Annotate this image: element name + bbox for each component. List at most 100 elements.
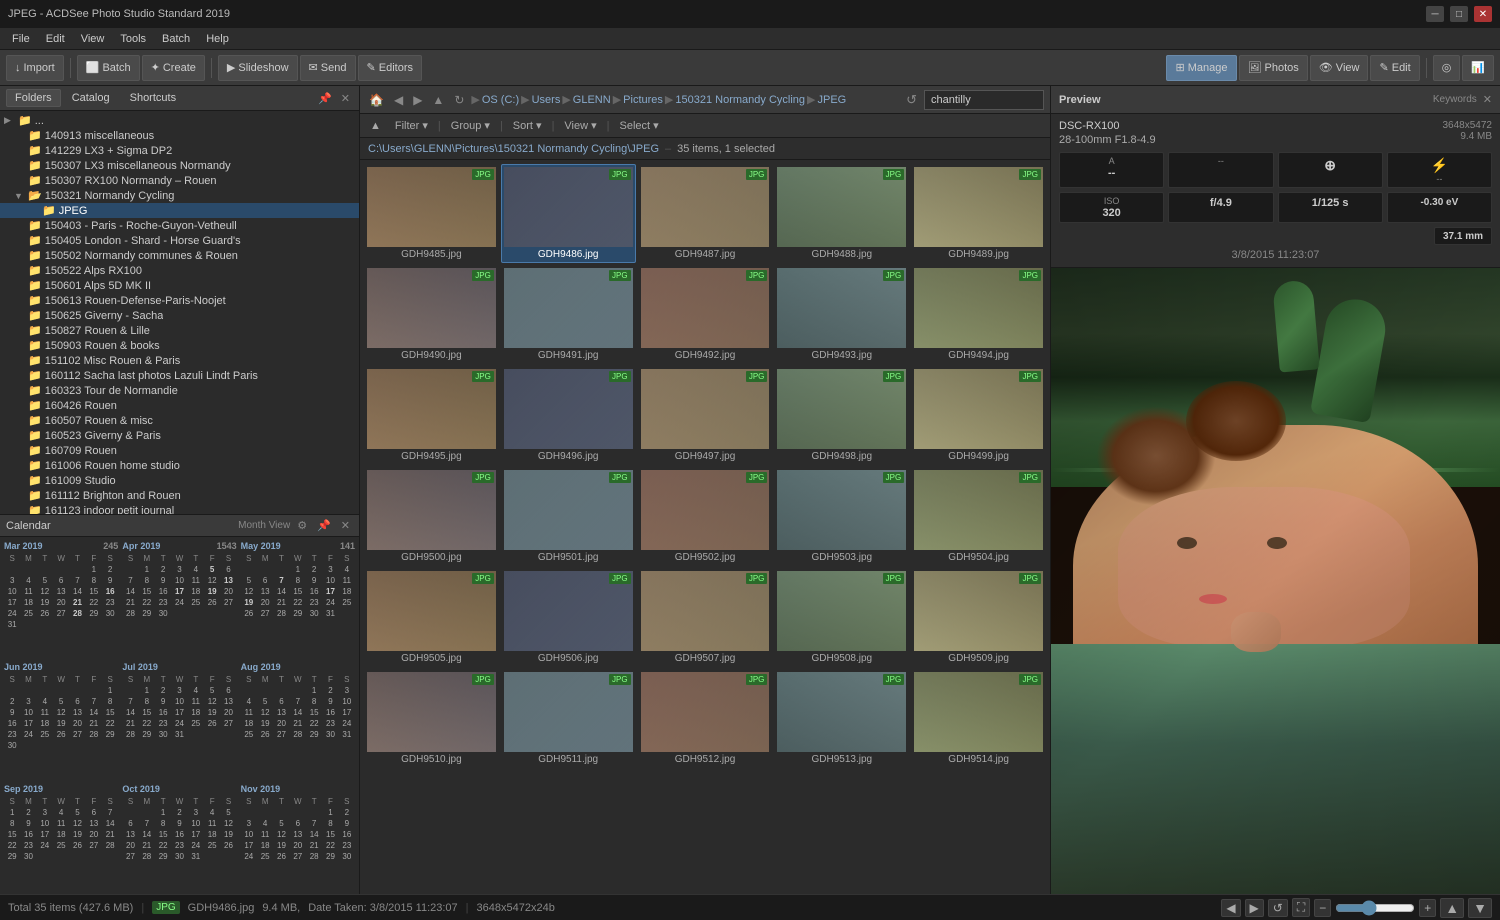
path-jpeg[interactable]: JPEG <box>818 94 847 106</box>
calendar-day[interactable]: 7 <box>86 696 102 707</box>
calendar-day[interactable]: 18 <box>53 829 69 840</box>
calendar-day[interactable]: 22 <box>139 597 155 608</box>
calendar-day[interactable]: 1 <box>306 685 322 696</box>
calendar-day[interactable]: 10 <box>241 829 257 840</box>
calendar-day[interactable]: 27 <box>290 851 306 862</box>
calendar-day[interactable]: 11 <box>204 818 220 829</box>
calendar-day[interactable]: 15 <box>139 586 155 597</box>
calendar-day[interactable]: 8 <box>4 818 20 829</box>
calendar-day[interactable]: 31 <box>4 619 20 630</box>
menu-item-edit[interactable]: Edit <box>38 31 73 47</box>
calendar-day[interactable]: 27 <box>220 597 236 608</box>
calendar-day[interactable]: 29 <box>86 608 102 619</box>
calendar-day[interactable]: 12 <box>53 707 69 718</box>
thumbnail-item[interactable]: JPGGDH9497.jpg <box>638 366 773 465</box>
minimize-button[interactable]: ─ <box>1426 6 1444 22</box>
maximize-button[interactable]: □ <box>1450 6 1468 22</box>
calendar-day[interactable]: 15 <box>86 586 102 597</box>
calendar-day[interactable]: 26 <box>69 840 85 851</box>
calendar-day[interactable]: 28 <box>290 729 306 740</box>
calendar-day[interactable]: 15 <box>102 707 118 718</box>
thumbnail-item[interactable]: JPGGDH9485.jpg <box>364 164 499 263</box>
calendar-day[interactable]: 22 <box>102 718 118 729</box>
tree-item-151102[interactable]: 📁 151102 Misc Rouen & Paris <box>0 353 359 368</box>
calendar-day[interactable]: 23 <box>171 840 187 851</box>
calendar-day[interactable]: 21 <box>306 840 322 851</box>
calendar-day[interactable]: 21 <box>122 597 138 608</box>
tree-item-161006[interactable]: 📁 161006 Rouen home studio <box>0 458 359 473</box>
calendar-day[interactable]: 20 <box>257 597 273 608</box>
calendar-day[interactable]: 26 <box>220 840 236 851</box>
calendar-day[interactable]: 27 <box>86 840 102 851</box>
calendar-day[interactable]: 19 <box>204 586 220 597</box>
zoom-slider[interactable] <box>1335 900 1415 916</box>
calendar-day[interactable]: 17 <box>188 829 204 840</box>
calendar-day[interactable]: 6 <box>257 575 273 586</box>
panel-close-button[interactable]: ✕ <box>338 91 353 106</box>
calendar-day[interactable]: 4 <box>20 575 36 586</box>
preview-close-button[interactable]: ✕ <box>1483 93 1492 106</box>
calendar-day[interactable]: 5 <box>241 575 257 586</box>
calendar-day[interactable]: 14 <box>122 586 138 597</box>
calendar-day[interactable]: 30 <box>171 851 187 862</box>
calendar-day[interactable]: 17 <box>4 597 20 608</box>
calendar-day[interactable]: 2 <box>339 807 355 818</box>
calendar-day[interactable]: 13 <box>53 586 69 597</box>
calendar-day[interactable]: 18 <box>188 707 204 718</box>
calendar-day[interactable]: 1 <box>139 685 155 696</box>
calendar-day[interactable]: 25 <box>188 718 204 729</box>
calendar-day[interactable]: 10 <box>171 696 187 707</box>
calendar-day[interactable]: 16 <box>171 829 187 840</box>
tree-item-161112[interactable]: 📁 161112 Brighton and Rouen <box>0 488 359 503</box>
tree-item-150321[interactable]: ▼ 📂 150321 Normandy Cycling <box>0 188 359 203</box>
calendar-day[interactable]: 10 <box>188 818 204 829</box>
calendar-day[interactable]: 16 <box>102 586 118 597</box>
calendar-day[interactable]: 25 <box>20 608 36 619</box>
tree-item-161123[interactable]: 📁 161123 indoor petit journal <box>0 503 359 514</box>
thumb-prev-button[interactable]: ◀ <box>1221 899 1240 917</box>
sort-button[interactable]: Sort ▾ <box>509 118 546 133</box>
calendar-day[interactable]: 12 <box>273 829 289 840</box>
calendar-day[interactable]: 2 <box>4 696 20 707</box>
thumbnail-item[interactable]: JPGGDH9506.jpg <box>501 568 636 667</box>
calendar-day[interactable]: 10 <box>322 575 338 586</box>
photos-button[interactable]: 🖼 Photos <box>1239 55 1308 81</box>
scroll-up-button[interactable]: ▲ <box>1440 898 1464 918</box>
calendar-day[interactable]: 3 <box>322 564 338 575</box>
calendar-day[interactable]: 19 <box>204 707 220 718</box>
calendar-day[interactable]: 22 <box>4 840 20 851</box>
search-input[interactable] <box>924 90 1044 110</box>
calendar-day[interactable]: 16 <box>155 586 171 597</box>
calendar-day[interactable]: 23 <box>306 597 322 608</box>
path-os[interactable]: OS (C:) <box>482 94 519 106</box>
calendar-day[interactable]: 10 <box>339 696 355 707</box>
calendar-day[interactable]: 11 <box>37 707 53 718</box>
calendar-day[interactable]: 7 <box>273 575 289 586</box>
calendar-day[interactable]: 12 <box>257 707 273 718</box>
calendar-day[interactable]: 14 <box>69 586 85 597</box>
sync-button[interactable]: ↺ <box>1268 899 1288 917</box>
thumbnail-item[interactable]: JPGGDH9508.jpg <box>774 568 909 667</box>
calendar-day[interactable]: 11 <box>188 696 204 707</box>
calendar-day[interactable]: 16 <box>4 718 20 729</box>
calendar-day[interactable]: 25 <box>37 729 53 740</box>
calendar-day[interactable]: 1 <box>86 564 102 575</box>
calendar-day[interactable]: 29 <box>155 851 171 862</box>
calendar-day[interactable]: 8 <box>139 575 155 586</box>
calendar-day[interactable]: 22 <box>290 597 306 608</box>
tree-item-150601[interactable]: 📁 150601 Alps 5D MK II <box>0 278 359 293</box>
calendar-day[interactable]: 21 <box>102 829 118 840</box>
calendar-day[interactable]: 7 <box>139 818 155 829</box>
thumbnail-item[interactable]: JPGGDH9498.jpg <box>774 366 909 465</box>
thumbnail-item[interactable]: JPGGDH9491.jpg <box>501 265 636 364</box>
calendar-day[interactable]: 23 <box>339 840 355 851</box>
import-button[interactable]: ↓↓ ImportImport <box>6 55 64 81</box>
tab-folders[interactable]: Folders <box>6 89 61 107</box>
calendar-day[interactable]: 30 <box>306 608 322 619</box>
calendar-day[interactable]: 17 <box>20 718 36 729</box>
calendar-day[interactable]: 21 <box>69 597 85 608</box>
calendar-day[interactable]: 6 <box>53 575 69 586</box>
thumbnail-item[interactable]: JPGGDH9494.jpg <box>911 265 1046 364</box>
calendar-day[interactable]: 6 <box>86 807 102 818</box>
calendar-day[interactable]: 21 <box>273 597 289 608</box>
